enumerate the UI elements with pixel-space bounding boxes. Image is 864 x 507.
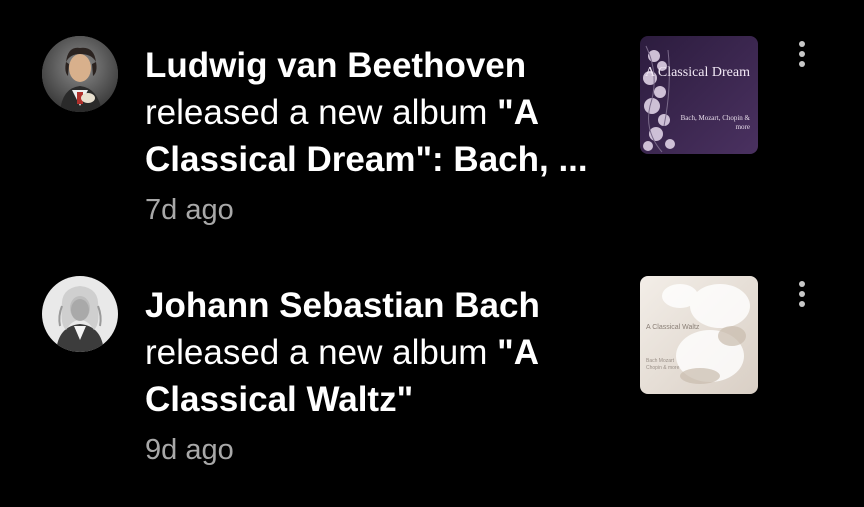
dot [799, 51, 805, 57]
notification-text: Johann Sebastian Bach released a new alb… [145, 282, 615, 423]
notification-text: Ludwig van Beethoven released a new albu… [145, 42, 615, 183]
artist-name: Ludwig van Beethoven [145, 46, 527, 85]
dot [799, 281, 805, 287]
notification-item[interactable]: Ludwig van Beethoven released a new albu… [0, 0, 864, 250]
album-art-classical-waltz [640, 276, 758, 394]
message-prefix: released a new album [145, 333, 498, 372]
thumbnail-title: A Classical Dream [645, 65, 750, 80]
artist-avatar[interactable] [42, 276, 118, 352]
album-art-classical-dream [640, 36, 758, 154]
notification-item[interactable]: Johann Sebastian Bach released a new alb… [0, 250, 864, 507]
dot [799, 291, 805, 297]
notification-message: released a new album "A [145, 89, 615, 136]
bach-portrait [42, 276, 118, 352]
more-vert-icon[interactable] [788, 34, 816, 74]
thumbnail-subtitle: Bach Mozart Chopin & more [646, 358, 680, 371]
thumbnail-subtitle: Bach, Mozart, Chopin & more [680, 114, 750, 131]
beethoven-portrait [42, 36, 118, 112]
message-prefix: released a new album [145, 93, 498, 132]
album-title-start: "A [497, 93, 540, 132]
album-title-rest: Classical Dream": Bach, ... [145, 140, 588, 179]
dot [799, 61, 805, 67]
timestamp: 9d ago [145, 434, 234, 466]
thumbnail-title: A Classical Waltz [646, 324, 700, 331]
artist-name: Johann Sebastian Bach [145, 286, 540, 325]
album-thumbnail[interactable]: A Classical Dream Bach, Mozart, Chopin &… [640, 36, 758, 154]
album-title-rest: Classical Waltz" [145, 380, 414, 419]
artist-avatar[interactable] [42, 36, 118, 112]
dot [799, 41, 805, 47]
album-thumbnail[interactable]: A Classical Waltz Bach Mozart Chopin & m… [640, 276, 758, 394]
album-title-start: "A [497, 333, 540, 372]
notification-message: released a new album "A [145, 329, 615, 376]
dot [799, 301, 805, 307]
timestamp: 7d ago [145, 194, 234, 226]
more-vert-icon[interactable] [788, 274, 816, 314]
